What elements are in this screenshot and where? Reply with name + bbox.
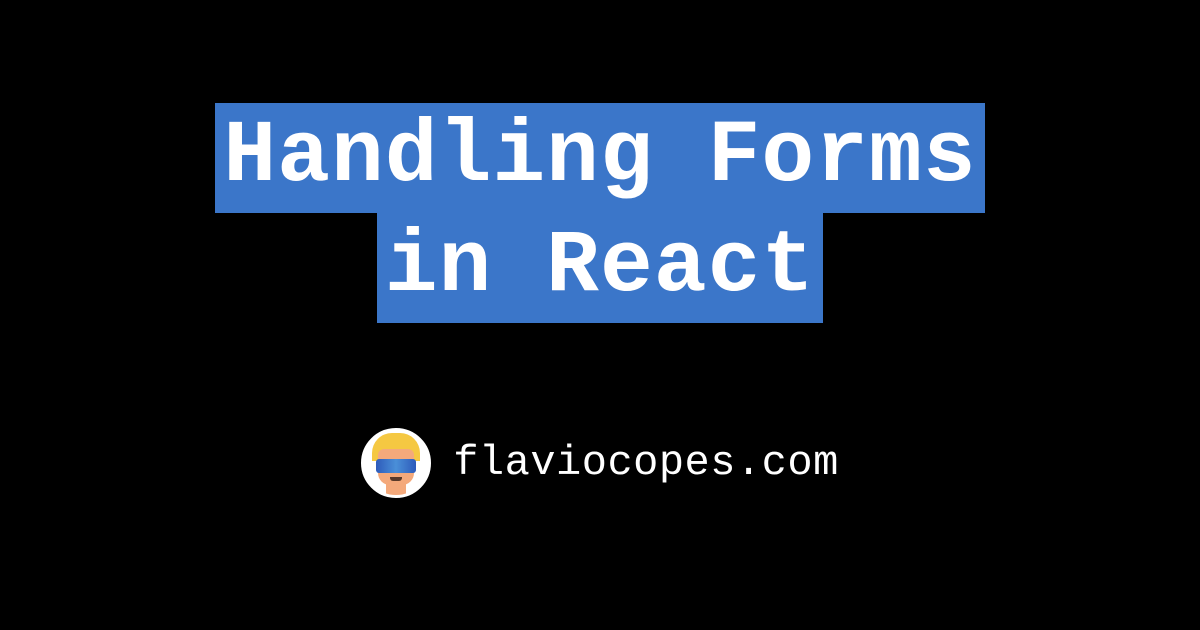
- footer: flaviocopes.com: [361, 428, 839, 498]
- page-title: Handling Forms in React: [215, 103, 984, 323]
- site-name: flaviocopes.com: [453, 439, 839, 487]
- title-line-1: Handling Forms: [215, 103, 984, 213]
- title-line-2: in React: [377, 213, 823, 323]
- avatar-icon: [361, 428, 431, 498]
